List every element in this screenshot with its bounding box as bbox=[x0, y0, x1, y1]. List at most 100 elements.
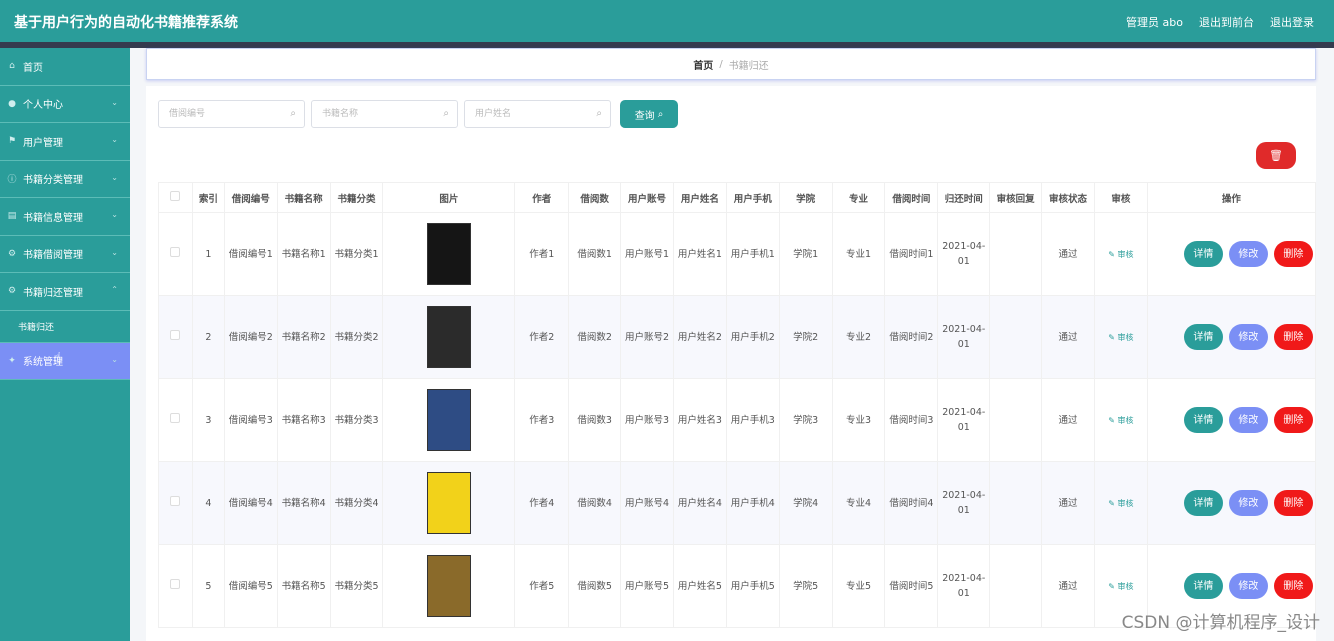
delete-button[interactable]: 删除 bbox=[1273, 407, 1313, 433]
table-row[interactable]: 4 借阅编号4 书籍名称4 书籍分类4 作者4 借阅数4 用户账号4 用户姓名4 用户手机4 学院… bbox=[158, 461, 1317, 545]
book-name-field[interactable]: ⌕ bbox=[311, 100, 458, 128]
gear-icon: ⚙ bbox=[7, 248, 17, 259]
audit-link[interactable]: ✎ 审核 bbox=[1108, 250, 1133, 259]
cell-idx: 4 bbox=[191, 461, 225, 545]
app-title: 基于用户行为的自动化书籍推荐系统 bbox=[14, 15, 238, 31]
sidebar-item-bookinfo[interactable]: ▤ 书籍信息管理 ⌄ bbox=[0, 198, 130, 236]
user-name-field[interactable]: ⌕ bbox=[464, 100, 611, 128]
sidebar-item-home[interactable]: ⌂ 首页 bbox=[0, 48, 130, 86]
edit-button[interactable]: 修改 bbox=[1228, 407, 1268, 433]
sidebar-item-system[interactable]: ✦ 系统管理 ⌄ bbox=[0, 342, 130, 380]
cell-major: 专业4 bbox=[831, 461, 886, 545]
user-icon: ● bbox=[8, 98, 16, 109]
cell-count: 借阅数4 bbox=[568, 461, 622, 545]
breadcrumb: 首页 / 书籍归还 bbox=[146, 48, 1316, 80]
row-checkbox[interactable] bbox=[170, 329, 181, 340]
row-select-cell[interactable] bbox=[158, 461, 193, 545]
chevron-down-icon: ⌄ bbox=[111, 172, 118, 182]
delete-button[interactable]: 删除 bbox=[1273, 490, 1313, 516]
image-cell bbox=[382, 295, 516, 379]
borrow-no-input[interactable] bbox=[159, 101, 279, 127]
row-checkbox[interactable] bbox=[170, 578, 181, 589]
cell-btime: 借阅时间4 bbox=[884, 461, 939, 545]
detail-button[interactable]: 详情 bbox=[1183, 573, 1223, 599]
row-select-cell[interactable] bbox=[158, 212, 193, 296]
row-select-cell[interactable] bbox=[158, 295, 193, 379]
flag-icon: ⚑ bbox=[7, 136, 17, 147]
query-button[interactable]: 查询 ⌕ bbox=[620, 100, 678, 128]
cell-major: 专业1 bbox=[831, 212, 886, 296]
row-select-cell[interactable] bbox=[158, 378, 193, 462]
row-checkbox[interactable] bbox=[170, 412, 181, 423]
exit-front-link[interactable]: 退出到前台 bbox=[1199, 14, 1254, 30]
home-icon: ⌂ bbox=[9, 61, 15, 72]
audit-link[interactable]: ✎ 审核 bbox=[1108, 582, 1133, 591]
cell-reply bbox=[989, 212, 1043, 296]
audit-link[interactable]: ✎ 审核 bbox=[1108, 416, 1133, 425]
cell-idx: 2 bbox=[191, 295, 225, 379]
search-bar: ⌕ ⌕ ⌕ 查询 ⌕ bbox=[158, 100, 678, 128]
sidebar-item-borrow[interactable]: ⚙ 书籍借阅管理 ⌄ bbox=[0, 236, 130, 273]
cell-cat: 书籍分类3 bbox=[329, 378, 384, 462]
cell-account: 用户账号1 bbox=[620, 212, 674, 296]
edit-button[interactable]: 修改 bbox=[1228, 324, 1268, 350]
sidebar-item-users[interactable]: ⚑ 用户管理 ⌄ bbox=[0, 123, 130, 161]
logout-link[interactable]: 退出登录 bbox=[1270, 14, 1314, 30]
audit-cell[interactable]: ✎ 审核 bbox=[1093, 378, 1148, 462]
top-bar: 基于用户行为的自动化书籍推荐系统 管理员 abo 退出到前台 退出登录 bbox=[0, 0, 1334, 42]
chevron-down-icon: ⌄ bbox=[111, 210, 118, 219]
cell-author: 作者5 bbox=[514, 544, 570, 628]
edit-button[interactable]: 修改 bbox=[1228, 573, 1268, 599]
audit-link[interactable]: ✎ 审核 bbox=[1108, 499, 1133, 508]
detail-button[interactable]: 详情 bbox=[1183, 490, 1223, 516]
book-cover-image bbox=[416, 221, 482, 287]
book-cover-image bbox=[416, 470, 482, 536]
table-row[interactable]: 3 借阅编号3 书籍名称3 书籍分类3 作者3 借阅数3 用户账号3 用户姓名3 用户手机3 学院… bbox=[158, 378, 1317, 462]
batch-delete-button[interactable]: 🗑 bbox=[1256, 142, 1296, 169]
row-checkbox[interactable] bbox=[170, 495, 181, 506]
cell-name: 书籍名称4 bbox=[276, 461, 331, 545]
delete-button[interactable]: 删除 bbox=[1273, 324, 1313, 350]
sidebar-item-profile[interactable]: ● 个人中心 ⌄ bbox=[0, 86, 130, 123]
gear-icon: ⚙ bbox=[7, 286, 17, 297]
audit-link[interactable]: ✎ 审核 bbox=[1108, 333, 1133, 342]
cell-name: 书籍名称3 bbox=[276, 378, 331, 462]
edit-button[interactable]: 修改 bbox=[1228, 241, 1268, 267]
cell-cat: 书籍分类5 bbox=[329, 544, 384, 628]
sidebar-item-label: 书籍信息管理 bbox=[23, 212, 83, 224]
row-select-cell[interactable] bbox=[158, 544, 193, 628]
sidebar-item-category[interactable]: ⓘ 书籍分类管理 ⌄ bbox=[0, 161, 130, 198]
table-row[interactable]: 1 借阅编号1 书籍名称1 书籍分类1 作者1 借阅数1 用户账号1 用户姓名1 用户手机1 学院… bbox=[158, 212, 1317, 296]
cell-college: 学院3 bbox=[778, 378, 833, 462]
row-checkbox[interactable] bbox=[170, 246, 181, 257]
detail-button[interactable]: 详情 bbox=[1183, 241, 1223, 267]
borrow-no-field[interactable]: ⌕ bbox=[158, 100, 305, 128]
sidebar-subitem-return[interactable]: 书籍归还 bbox=[0, 311, 130, 343]
edit-button[interactable]: 修改 bbox=[1228, 490, 1268, 516]
breadcrumb-home[interactable]: 首页 bbox=[693, 57, 713, 72]
book-name-input[interactable] bbox=[312, 101, 432, 127]
user-name-input[interactable] bbox=[465, 101, 585, 127]
col-header: 借阅数 bbox=[568, 182, 622, 213]
cell-account: 用户账号2 bbox=[620, 295, 674, 379]
admin-label: 管理员 abo bbox=[1126, 16, 1183, 29]
chevron-down-icon: ⌄ bbox=[111, 97, 118, 107]
sidebar-item-return[interactable]: ⚙ 书籍归还管理 ⌃ bbox=[0, 273, 130, 311]
cell-status: 通过 bbox=[1041, 544, 1095, 628]
delete-button[interactable]: 删除 bbox=[1273, 573, 1313, 599]
audit-cell[interactable]: ✎ 审核 bbox=[1093, 295, 1148, 379]
select-all-checkbox[interactable] bbox=[170, 191, 181, 201]
audit-cell[interactable]: ✎ 审核 bbox=[1093, 461, 1148, 545]
table-row[interactable]: 2 借阅编号2 书籍名称2 书籍分类2 作者2 借阅数2 用户账号2 用户姓名2 用户手机2 学院… bbox=[158, 295, 1317, 379]
cell-rtime: 2021-04-01 bbox=[937, 378, 991, 462]
detail-button[interactable]: 详情 bbox=[1183, 407, 1223, 433]
delete-button[interactable]: 删除 bbox=[1273, 241, 1313, 267]
image-cell bbox=[382, 461, 516, 545]
col-header: 借阅时间 bbox=[884, 182, 939, 213]
select-all-cell[interactable] bbox=[158, 182, 193, 213]
audit-cell[interactable]: ✎ 审核 bbox=[1093, 212, 1148, 296]
cell-idx: 1 bbox=[191, 212, 225, 296]
cell-account: 用户账号5 bbox=[620, 544, 674, 628]
detail-button[interactable]: 详情 bbox=[1183, 324, 1223, 350]
sidebar-item-label: 书籍借阅管理 bbox=[23, 250, 83, 262]
